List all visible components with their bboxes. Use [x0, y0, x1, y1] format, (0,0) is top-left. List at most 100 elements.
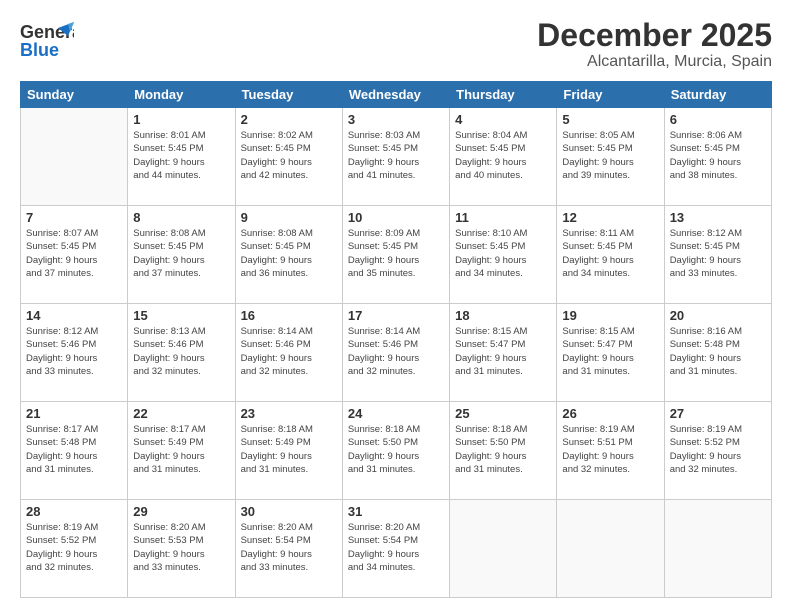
day-cell: 25 Sunrise: 8:18 AM Sunset: 5:50 PM Dayli… — [450, 402, 557, 500]
day-number: 11 — [455, 210, 551, 225]
day-number: 14 — [26, 308, 122, 323]
day-cell: 2 Sunrise: 8:02 AM Sunset: 5:45 PM Daylig… — [235, 108, 342, 206]
day-number: 28 — [26, 504, 122, 519]
day-number: 5 — [562, 112, 658, 127]
day-info: Sunrise: 8:20 AM Sunset: 5:54 PM Dayligh… — [348, 521, 444, 574]
day-number: 7 — [26, 210, 122, 225]
day-info: Sunrise: 8:17 AM Sunset: 5:49 PM Dayligh… — [133, 423, 229, 476]
day-header-sunday: Sunday — [21, 82, 128, 108]
day-cell: 4Sunrise: 8:04 AM Sunset: 5:45 PM Daylig… — [450, 108, 557, 206]
calendar-body: 1 Sunrise: 8:01 AM Sunset: 5:45 PM Daylig… — [21, 108, 772, 598]
day-info: Sunrise: 8:18 AM Sunset: 5:50 PM Dayligh… — [455, 423, 551, 476]
day-info: Sunrise: 8:18 AM Sunset: 5:50 PM Dayligh… — [348, 423, 444, 476]
day-cell: 30 Sunrise: 8:20 AM Sunset: 5:54 PM Dayli… — [235, 500, 342, 598]
day-info: Sunrise: 8:19 AM Sunset: 5:51 PM Dayligh… — [562, 423, 658, 476]
week-row-4: 28 Sunrise: 8:19 AM Sunset: 5:52 PM Dayli… — [21, 500, 772, 598]
day-number: 29 — [133, 504, 229, 519]
day-info: Sunrise: 8:10 AM Sunset: 5:45 PM Dayligh… — [455, 227, 551, 280]
day-number: 25 — [455, 406, 551, 421]
day-cell: 21 Sunrise: 8:17 AM Sunset: 5:48 PM Dayli… — [21, 402, 128, 500]
day-number: 8 — [133, 210, 229, 225]
day-info: Sunrise: 8:06 AM Sunset: 5:45 PM Dayligh… — [670, 129, 766, 182]
day-info: Sunrise: 8:18 AM Sunset: 5:49 PM Dayligh… — [241, 423, 337, 476]
day-cell: 5 Sunrise: 8:05 AM Sunset: 5:45 PM Daylig… — [557, 108, 664, 206]
day-number: 13 — [670, 210, 766, 225]
day-cell: 6 Sunrise: 8:06 AM Sunset: 5:45 PM Daylig… — [664, 108, 771, 206]
day-info: Sunrise: 8:08 AM Sunset: 5:45 PM Dayligh… — [241, 227, 337, 280]
week-row-2: 14Sunrise: 8:12 AM Sunset: 5:46 PM Dayli… — [21, 304, 772, 402]
day-number: 20 — [670, 308, 766, 323]
header: General Blue December 2025 Alcantarilla,… — [20, 18, 772, 71]
day-info: Sunrise: 8:19 AM Sunset: 5:52 PM Dayligh… — [26, 521, 122, 574]
day-info: Sunrise: 8:11 AM Sunset: 5:45 PM Dayligh… — [562, 227, 658, 280]
day-number: 10 — [348, 210, 444, 225]
day-info: Sunrise: 8:05 AM Sunset: 5:45 PM Dayligh… — [562, 129, 658, 182]
day-info: Sunrise: 8:07 AM Sunset: 5:45 PM Dayligh… — [26, 227, 122, 280]
day-cell: 29 Sunrise: 8:20 AM Sunset: 5:53 PM Dayli… — [128, 500, 235, 598]
day-number: 22 — [133, 406, 229, 421]
day-cell: 19 Sunrise: 8:15 AM Sunset: 5:47 PM Dayli… — [557, 304, 664, 402]
day-number: 24 — [348, 406, 444, 421]
day-number: 23 — [241, 406, 337, 421]
day-number: 26 — [562, 406, 658, 421]
day-number: 16 — [241, 308, 337, 323]
day-cell: 23 Sunrise: 8:18 AM Sunset: 5:49 PM Dayli… — [235, 402, 342, 500]
day-number: 15 — [133, 308, 229, 323]
day-header-thursday: Thursday — [450, 82, 557, 108]
day-number: 2 — [241, 112, 337, 127]
day-cell: 10 Sunrise: 8:09 AM Sunset: 5:45 PM Dayli… — [342, 206, 449, 304]
day-cell: 13Sunrise: 8:12 AM Sunset: 5:45 PM Dayli… — [664, 206, 771, 304]
day-cell: 22 Sunrise: 8:17 AM Sunset: 5:49 PM Dayli… — [128, 402, 235, 500]
day-number: 6 — [670, 112, 766, 127]
day-header-tuesday: Tuesday — [235, 82, 342, 108]
day-number: 18 — [455, 308, 551, 323]
day-info: Sunrise: 8:19 AM Sunset: 5:52 PM Dayligh… — [670, 423, 766, 476]
day-cell: 3Sunrise: 8:03 AM Sunset: 5:45 PM Daylig… — [342, 108, 449, 206]
day-info: Sunrise: 8:20 AM Sunset: 5:54 PM Dayligh… — [241, 521, 337, 574]
day-info: Sunrise: 8:15 AM Sunset: 5:47 PM Dayligh… — [455, 325, 551, 378]
title-section: December 2025 Alcantarilla, Murcia, Spai… — [537, 18, 772, 71]
day-info: Sunrise: 8:15 AM Sunset: 5:47 PM Dayligh… — [562, 325, 658, 378]
day-number: 21 — [26, 406, 122, 421]
svg-text:Blue: Blue — [20, 40, 59, 60]
day-cell — [557, 500, 664, 598]
day-number: 4 — [455, 112, 551, 127]
day-number: 27 — [670, 406, 766, 421]
day-cell — [450, 500, 557, 598]
day-info: Sunrise: 8:13 AM Sunset: 5:46 PM Dayligh… — [133, 325, 229, 378]
day-info: Sunrise: 8:09 AM Sunset: 5:45 PM Dayligh… — [348, 227, 444, 280]
day-number: 19 — [562, 308, 658, 323]
day-number: 30 — [241, 504, 337, 519]
day-cell: 8 Sunrise: 8:08 AM Sunset: 5:45 PM Daylig… — [128, 206, 235, 304]
day-header-friday: Friday — [557, 82, 664, 108]
day-info: Sunrise: 8:01 AM Sunset: 5:45 PM Dayligh… — [133, 129, 229, 182]
day-info: Sunrise: 8:08 AM Sunset: 5:45 PM Dayligh… — [133, 227, 229, 280]
day-cell: 11 Sunrise: 8:10 AM Sunset: 5:45 PM Dayli… — [450, 206, 557, 304]
day-number: 1 — [133, 112, 229, 127]
day-cell: 16Sunrise: 8:14 AM Sunset: 5:46 PM Dayli… — [235, 304, 342, 402]
day-cell: 15 Sunrise: 8:13 AM Sunset: 5:46 PM Dayli… — [128, 304, 235, 402]
day-cell: 28 Sunrise: 8:19 AM Sunset: 5:52 PM Dayli… — [21, 500, 128, 598]
page: General Blue December 2025 Alcantarilla,… — [0, 0, 792, 612]
day-cell — [664, 500, 771, 598]
day-number: 3 — [348, 112, 444, 127]
calendar-table: SundayMondayTuesdayWednesdayThursdayFrid… — [20, 81, 772, 598]
days-header-row: SundayMondayTuesdayWednesdayThursdayFrid… — [21, 82, 772, 108]
day-info: Sunrise: 8:20 AM Sunset: 5:53 PM Dayligh… — [133, 521, 229, 574]
day-cell: 27 Sunrise: 8:19 AM Sunset: 5:52 PM Dayli… — [664, 402, 771, 500]
day-header-wednesday: Wednesday — [342, 82, 449, 108]
day-cell: 17 Sunrise: 8:14 AM Sunset: 5:46 PM Dayli… — [342, 304, 449, 402]
day-number: 17 — [348, 308, 444, 323]
day-number: 12 — [562, 210, 658, 225]
day-number: 9 — [241, 210, 337, 225]
day-info: Sunrise: 8:02 AM Sunset: 5:45 PM Dayligh… — [241, 129, 337, 182]
day-cell: 1 Sunrise: 8:01 AM Sunset: 5:45 PM Daylig… — [128, 108, 235, 206]
day-info: Sunrise: 8:16 AM Sunset: 5:48 PM Dayligh… — [670, 325, 766, 378]
day-cell: 12 Sunrise: 8:11 AM Sunset: 5:45 PM Dayli… — [557, 206, 664, 304]
day-cell: 20 Sunrise: 8:16 AM Sunset: 5:48 PM Dayli… — [664, 304, 771, 402]
day-info: Sunrise: 8:14 AM Sunset: 5:46 PM Dayligh… — [348, 325, 444, 378]
day-cell: 18 Sunrise: 8:15 AM Sunset: 5:47 PM Dayli… — [450, 304, 557, 402]
day-cell: 24 Sunrise: 8:18 AM Sunset: 5:50 PM Dayli… — [342, 402, 449, 500]
day-cell: 7 Sunrise: 8:07 AM Sunset: 5:45 PM Daylig… — [21, 206, 128, 304]
day-info: Sunrise: 8:17 AM Sunset: 5:48 PM Dayligh… — [26, 423, 122, 476]
